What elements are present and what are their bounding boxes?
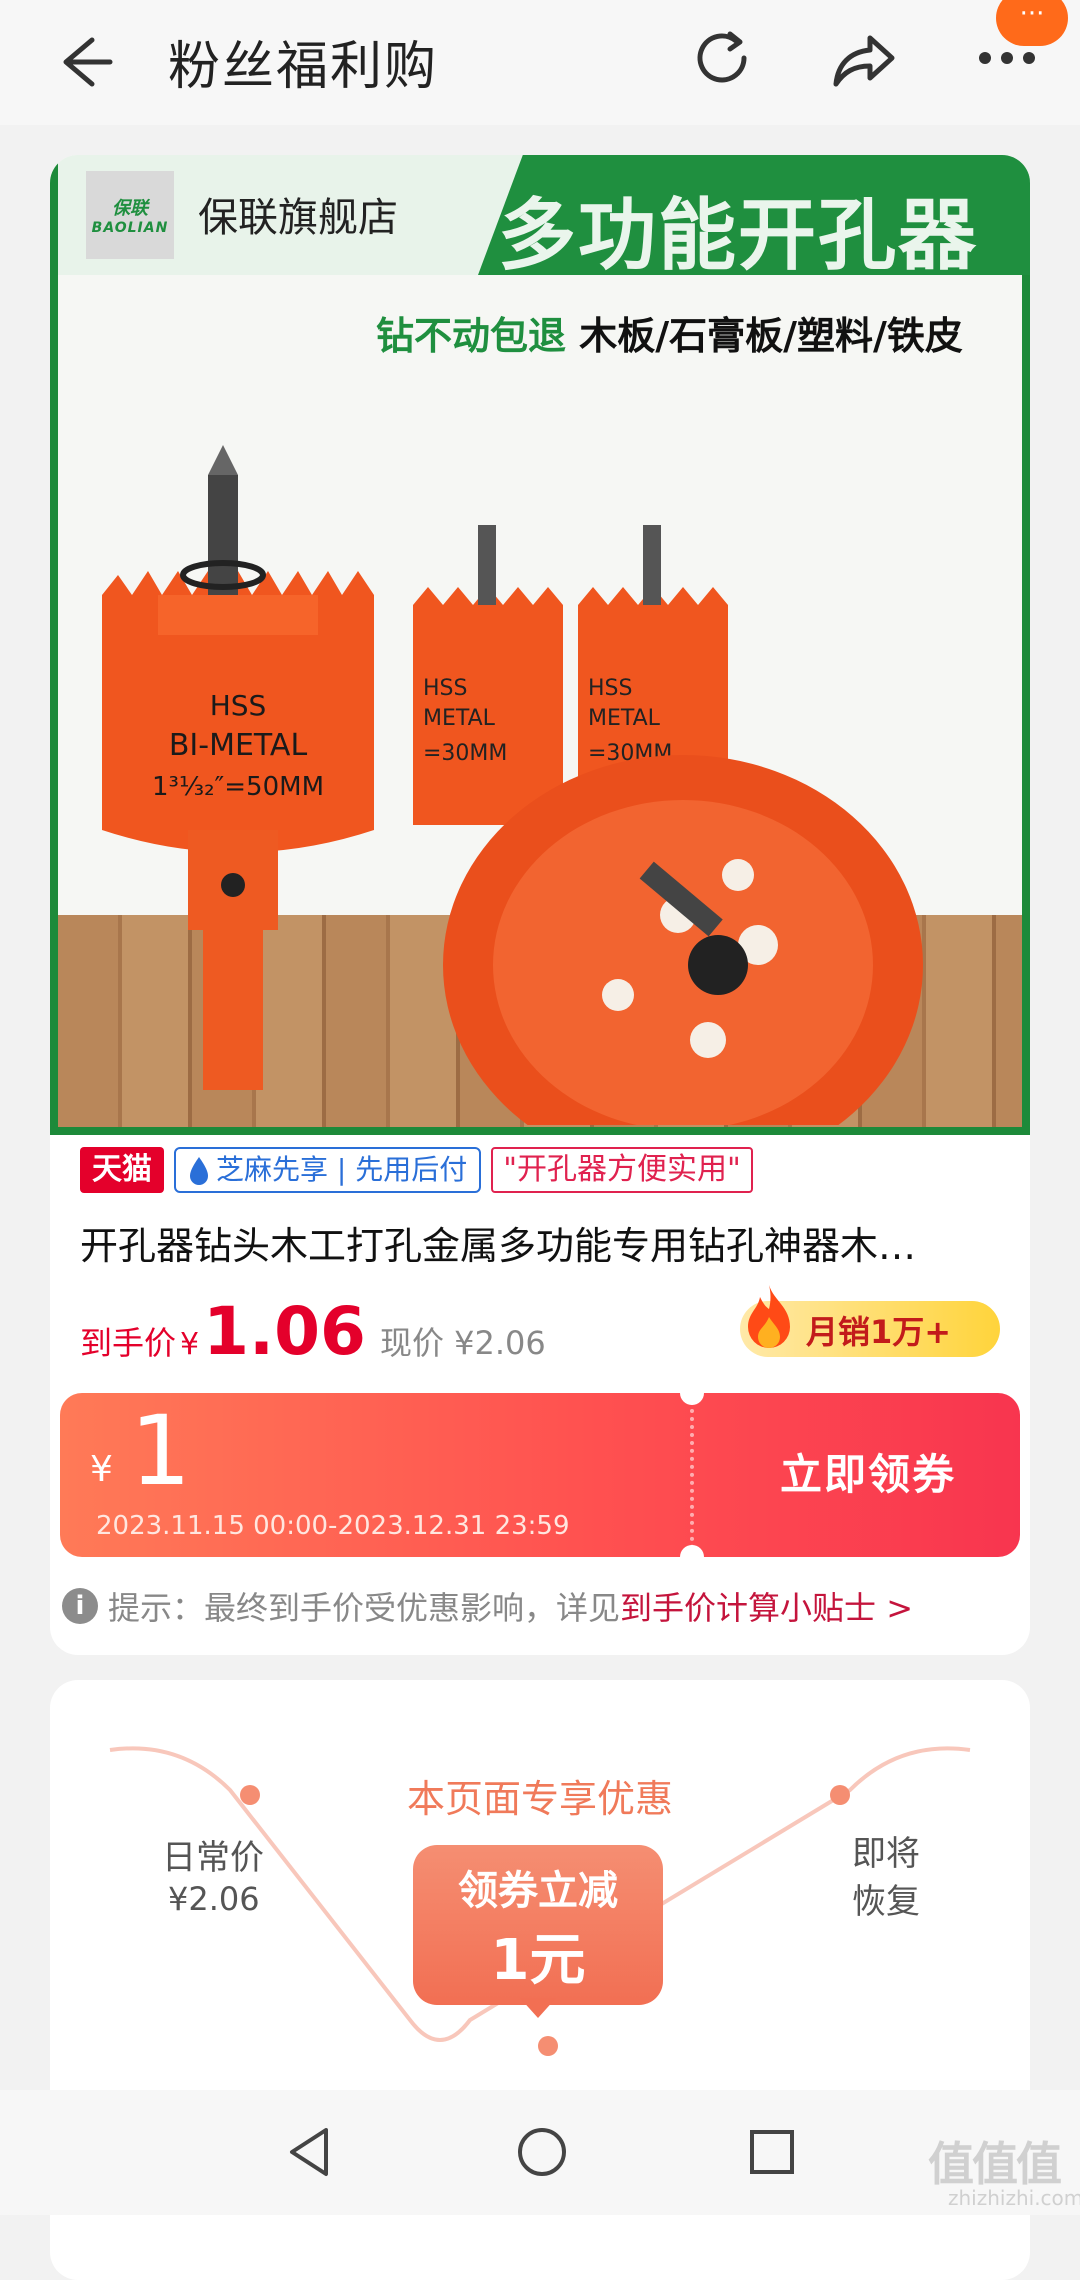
discount-box-amount: 1元 [490, 1928, 586, 1993]
zhima-credit-badge[interactable]: 芝麻先享 | 先用后付 [174, 1147, 482, 1193]
tip-text: 提示：最终到手价受优惠影响，详见 [108, 1589, 621, 1627]
store-logo-en: BAOLIAN [91, 220, 169, 236]
exclusive-offer-heading: 本页面专享优惠 [406, 1777, 673, 1821]
coupon-validity: 2023.11.15 00:00-2023.12.31 23:59 [96, 1511, 570, 1541]
small-saw-2-metal: METAL [588, 706, 661, 731]
current-price: 现价 ¥2.06 [379, 1324, 546, 1362]
nav-home-button[interactable] [512, 2122, 572, 2182]
store-name[interactable]: 保联旗舰店 [198, 185, 398, 243]
discount-box-title: 领券立减 [458, 1868, 618, 1914]
small-saw-2-hss: HSS [588, 676, 632, 701]
coupon-card[interactable]: ¥ 1 2023.11.15 00:00-2023.12.31 23:59 立即… [60, 1393, 1020, 1557]
hole-saw-illustration: HSS BI-METAL 1³¹⁄₃₂″=50MM HSS METAL =30M… [102, 445, 923, 1125]
small-saw-1-metal: METAL [423, 706, 496, 731]
product-title[interactable]: 开孔器钻头木工打孔金属多功能专用钻孔神器木… [80, 1215, 1000, 1270]
monthly-sales-text: 月销1万+ [806, 1313, 952, 1351]
watermark-url: zhizhizhi.com [948, 2186, 1080, 2210]
product-badges: 天猫 芝麻先享 | 先用后付 "开孔器方便实用" [80, 1147, 753, 1193]
nav-recent-apps-button[interactable] [742, 2122, 802, 2182]
flame-icon [748, 1285, 790, 1348]
nav-back-button[interactable] [280, 2122, 340, 2182]
product-banner-image[interactable]: 保联 BAOLIAN 保联旗舰店 多功能开孔器 钻不动包退 木板/石膏板/塑料/… [50, 155, 1030, 1135]
circle-home-icon [518, 2128, 566, 2176]
saw-label-size: 1³¹⁄₃₂″=50MM [152, 772, 324, 802]
share-icon [833, 35, 895, 87]
product-card: 保联 BAOLIAN 保联旗舰店 多功能开孔器 钻不动包退 木板/石膏板/塑料/… [50, 155, 1030, 1655]
saw-label-bimetal: BI-METAL [169, 728, 308, 763]
restore-soon-label: 即将恢复 [852, 1834, 920, 1922]
floating-menu-badge[interactable]: ··· [996, 0, 1068, 46]
watermark: 值值值 [928, 2137, 1062, 2191]
store-logo[interactable]: 保联 BAOLIAN [86, 171, 174, 259]
back-button[interactable] [52, 30, 116, 94]
coupon-currency-symbol: ¥ [90, 1449, 113, 1490]
small-saw-1-size: =30MM [423, 741, 507, 766]
small-saw-1-hss: HSS [423, 676, 467, 701]
claim-coupon-button[interactable]: 立即领券 [780, 1441, 956, 1502]
daily-price-label: 日常价 [162, 1838, 264, 1878]
system-nav-bar [0, 2090, 1080, 2215]
water-drop-icon [190, 1157, 208, 1185]
triangle-back-icon [290, 2128, 328, 2176]
zhima-badge-label: 芝麻先享 | 先用后付 [216, 1153, 468, 1186]
saw-label-hss: HSS [210, 689, 267, 722]
final-price-label: 到手价 [80, 1324, 177, 1362]
share-button[interactable] [828, 24, 900, 96]
final-price-value: 1.06 [203, 1293, 366, 1370]
coupon-divider [690, 1393, 694, 1557]
top-bar: 粉丝福利购 ··· [0, 0, 1080, 125]
coupon-notch-top [680, 1393, 704, 1405]
price-tip: i 提示：最终到手价受优惠影响，详见 到手价计算小贴士 > [62, 1583, 913, 1629]
banner-headline: 多功能开孔器 [498, 191, 979, 281]
price-row: 到手价 ¥ 1.06 现价 ¥2.06 [80, 1293, 546, 1370]
tmall-badge: 天猫 [80, 1147, 164, 1193]
square-recents-icon [750, 2130, 794, 2174]
final-price-symbol: ¥ [180, 1327, 200, 1362]
coupon-notch-bottom [680, 1545, 704, 1557]
daily-price-value: ¥2.06 [168, 1880, 260, 1918]
highlight-quote-badge: "开孔器方便实用" [491, 1147, 753, 1193]
refresh-button[interactable] [686, 22, 758, 94]
coupon-amount: 1 [130, 1395, 192, 1507]
back-arrow-icon [63, 37, 113, 87]
refresh-icon [697, 31, 747, 83]
store-logo-cn: 保联 [112, 198, 148, 219]
info-icon: i [62, 1588, 98, 1624]
page-title: 粉丝福利购 [168, 37, 439, 97]
price-tips-link[interactable]: 到手价计算小贴士 > [620, 1583, 913, 1629]
